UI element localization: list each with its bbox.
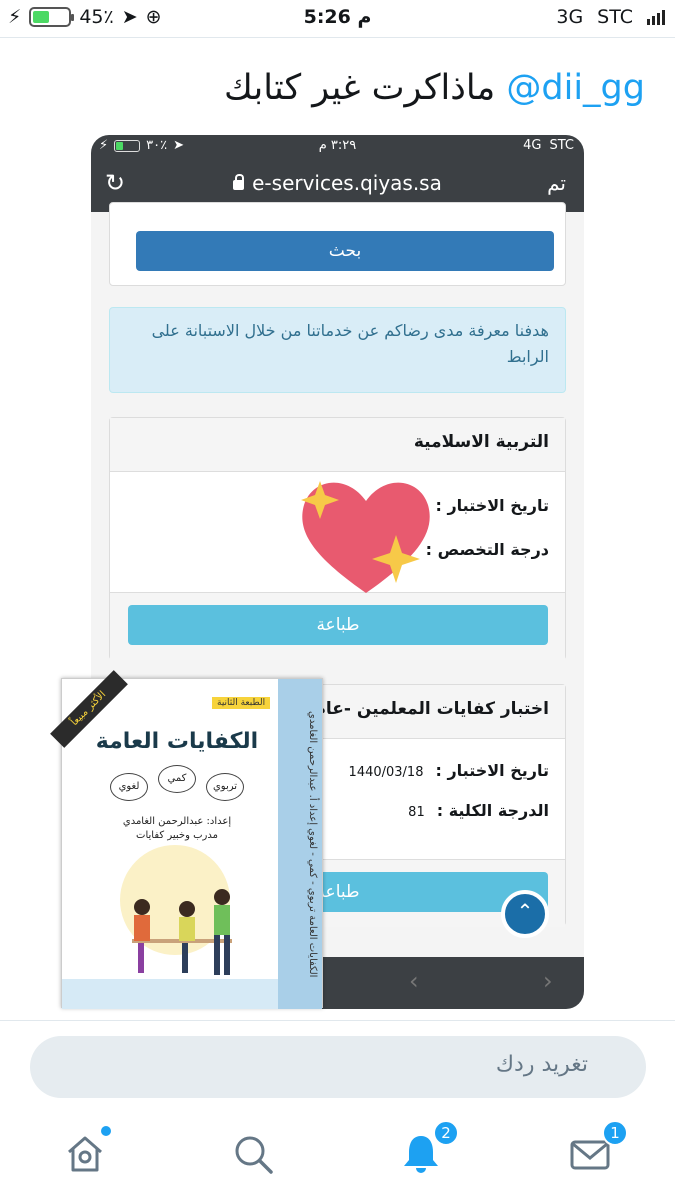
status-right: 3G STC [556,6,665,28]
notifications-badge: 2 [433,1120,459,1146]
home-icon [68,1136,102,1172]
url-display: e-services.qiyas.sa [91,171,584,195]
tweet-text: @dii_gg ماذاكرت غير كتابك [224,68,645,108]
tweet-mention[interactable]: @dii_gg [506,68,645,108]
tab-messages[interactable]: 1 [566,1120,628,1178]
tag-educational: تربوي [206,773,244,801]
url-bar: ↻ e-services.qiyas.sa تم [91,167,584,207]
author-role: مدرب وخبير كفايات [136,830,218,841]
scroll-top-button: ⌃ [501,890,549,938]
done-button: تم [547,171,566,195]
tag-quantitative: كمي [158,765,196,793]
spec-score-label: درجة التخصص : [425,540,549,559]
tab-notifications[interactable]: 2 [397,1120,459,1178]
search-button: بحث [136,231,554,271]
floor-band [62,979,280,1009]
total-score-value: 81 [408,805,425,820]
students-illustration-icon [132,889,232,975]
tweet-body: ماذاكرت غير كتابك [224,68,496,108]
tag-verbal: لغوي [110,773,148,801]
status-bar: ⚡ 45٪ ➤ ⊕ 5:26 م 3G STC [0,0,675,36]
forward-arrow-icon: › [543,967,553,995]
book-title: الكفايات العامة [95,729,259,754]
heart-sticker-icon [301,481,430,593]
book-author: إعداد: عبدالرحمن الغامدي مدرب وخبير كفاي… [82,815,272,843]
book-cover-image[interactable]: الأكثر مبيعاً الطبعة الثانية الكفايات ال… [50,670,323,1009]
signal-icon [647,9,665,25]
network-type: 3G [556,6,584,28]
browser-header: ⚡ ٣٠٪ ➤ ٣:٢٩ م 4G STC ↻ e-services.qiyas… [91,135,584,212]
author-name: إعداد: عبدالرحمن الغامدي [122,816,232,827]
exam-date-label: تاريخ الاختبار : [435,761,549,780]
inner-status-bar: ⚡ ٣٠٪ ➤ ٣:٢٩ م 4G STC [91,138,584,160]
home-unread-dot [101,1126,111,1136]
edition-label: الطبعة الثانية [212,697,271,709]
card-title: التربية الاسلامية [110,418,565,472]
inner-carrier: STC [549,138,574,153]
messages-badge: 1 [602,1120,628,1146]
exam-date-row: تاريخ الاختبار : [435,496,549,515]
tab-bar: 2 1 [0,1110,675,1200]
inner-network: 4G [523,138,542,153]
tab-home[interactable] [61,1126,111,1178]
tab-search[interactable] [229,1130,277,1178]
top-divider [0,37,675,38]
search-icon [235,1136,273,1174]
reply-divider [0,1020,675,1021]
inner-time: ٣:٢٩ م [318,138,357,153]
exam-date-row: تاريخ الاختبار : 1440/03/18 [349,761,549,780]
total-score-row: الدرجة الكلية : 81 [408,801,549,820]
url-text: e-services.qiyas.sa [252,171,442,195]
total-score-label: الدرجة الكلية : [436,801,549,820]
back-arrow-icon: ‹ [409,967,419,995]
exam-date-value: 1440/03/18 [348,765,424,780]
book-spine: الكفايات العامة تربوي - كمي - لغوي إعداد… [278,679,322,1009]
carrier-name: STC [597,6,633,28]
search-card: بحث [109,202,566,286]
print-button: طباعة [128,605,548,645]
spine-text: الكفايات العامة تربوي - كمي - لغوي إعداد… [307,710,318,978]
survey-alert: هدفنا معرفة مدى رضاكم عن خدماتنا من خلال… [109,307,566,393]
lock-icon [233,174,245,190]
exam-date-label: تاريخ الاختبار : [435,496,549,515]
spec-score-row: درجة التخصص : [426,540,549,559]
reply-input[interactable]: تغريد ردك [30,1036,646,1098]
